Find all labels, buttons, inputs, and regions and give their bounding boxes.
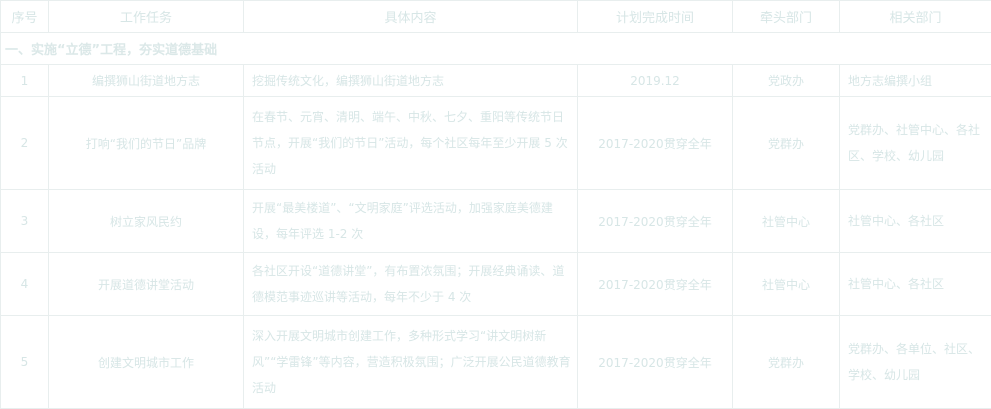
header-related-departments: 相关部门 bbox=[839, 0, 991, 33]
row-number: 1 bbox=[0, 64, 49, 97]
row-task: 开展道德讲堂活动 bbox=[48, 252, 244, 316]
row-content: 开展“最美楼道”、“文明家庭”评选活动，加强家庭美德建设，每年评选 1-2 次 bbox=[243, 189, 578, 253]
row-lead-department: 社管中心 bbox=[732, 189, 840, 253]
row-lead-department: 党群办 bbox=[732, 96, 840, 190]
row-related-departments: 社管中心、各社区 bbox=[839, 252, 991, 316]
row-task: 编撰狮山街道地方志 bbox=[48, 64, 244, 97]
row-lead-department: 党政办 bbox=[732, 64, 840, 97]
row-related-departments: 地方志编撰小组 bbox=[839, 64, 991, 97]
row-related-departments: 社管中心、各社区 bbox=[839, 189, 991, 253]
table-row: 5 创建文明城市工作 深入开展文明城市创建工作，多种形式学习“讲文明树新风”“学… bbox=[0, 315, 991, 409]
row-number: 5 bbox=[0, 315, 49, 409]
row-time: 2017-2020贯穿全年 bbox=[577, 252, 733, 316]
header-lead-department: 牵头部门 bbox=[732, 0, 840, 33]
row-content: 各社区开设“道德讲堂”，有布置浓氛围；开展经典诵读、道德模范事迹巡讲等活动，每年… bbox=[243, 252, 578, 316]
section-header-row: 一、实施“立德”工程，夯实道德基础 bbox=[0, 32, 991, 65]
table-row: 3 树立家风民约 开展“最美楼道”、“文明家庭”评选活动，加强家庭美德建设，每年… bbox=[0, 189, 991, 253]
header-specific-content: 具体内容 bbox=[243, 0, 578, 33]
table-row: 1 编撰狮山街道地方志 挖掘传统文化，编撰狮山街道地方志 2019.12 党政办… bbox=[0, 64, 991, 97]
row-lead-department: 社管中心 bbox=[732, 252, 840, 316]
row-time: 2017-2020贯穿全年 bbox=[577, 96, 733, 190]
table-row: 2 打响“我们的节日”品牌 在春节、元宵、清明、端午、中秋、七夕、重阳等传统节日… bbox=[0, 96, 991, 190]
row-related-departments: 党群办、各单位、社区、学校、幼儿园 bbox=[839, 315, 991, 409]
header-planned-completion-time: 计划完成时间 bbox=[577, 0, 733, 33]
row-time: 2019.12 bbox=[577, 64, 733, 97]
row-number: 4 bbox=[0, 252, 49, 316]
row-lead-department: 党群办 bbox=[732, 315, 840, 409]
row-time: 2017-2020贯穿全年 bbox=[577, 315, 733, 409]
row-task: 树立家风民约 bbox=[48, 189, 244, 253]
row-number: 2 bbox=[0, 96, 49, 190]
row-time: 2017-2020贯穿全年 bbox=[577, 189, 733, 253]
section-title: 一、实施“立德”工程，夯实道德基础 bbox=[0, 32, 991, 65]
task-table-page: 序号 工作任务 具体内容 计划完成时间 牵头部门 相关部门 一、实施“立德”工程… bbox=[0, 0, 991, 409]
row-content: 挖掘传统文化，编撰狮山街道地方志 bbox=[243, 64, 578, 97]
row-number: 3 bbox=[0, 189, 49, 253]
row-content: 在春节、元宵、清明、端午、中秋、七夕、重阳等传统节日节点，开展“我们的节日”活动… bbox=[243, 96, 578, 190]
row-task: 创建文明城市工作 bbox=[48, 315, 244, 409]
work-task-table: 序号 工作任务 具体内容 计划完成时间 牵头部门 相关部门 一、实施“立德”工程… bbox=[0, 0, 991, 409]
table-header-row: 序号 工作任务 具体内容 计划完成时间 牵头部门 相关部门 bbox=[0, 0, 991, 33]
row-task: 打响“我们的节日”品牌 bbox=[48, 96, 244, 190]
table-row: 4 开展道德讲堂活动 各社区开设“道德讲堂”，有布置浓氛围；开展经典诵读、道德模… bbox=[0, 252, 991, 316]
row-related-departments: 党群办、社管中心、各社区、学校、幼儿园 bbox=[839, 96, 991, 190]
row-content: 深入开展文明城市创建工作，多种形式学习“讲文明树新风”“学雷锋”等内容，营造积极… bbox=[243, 315, 578, 409]
header-serial-number: 序号 bbox=[0, 0, 49, 33]
header-work-task: 工作任务 bbox=[48, 0, 244, 33]
